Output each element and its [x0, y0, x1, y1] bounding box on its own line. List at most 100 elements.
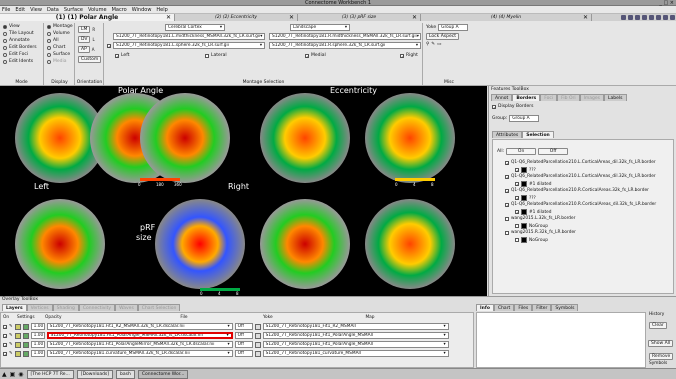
- display-borders-check[interactable]: ✓: [492, 104, 496, 109]
- tree-check[interactable]: ✓: [505, 202, 509, 207]
- tree-item[interactable]: #1 dilated: [529, 182, 552, 187]
- menu-file[interactable]: File: [2, 7, 10, 13]
- menu-data[interactable]: Data: [47, 7, 59, 13]
- tree-check[interactable]: ✓: [515, 210, 519, 215]
- tree-item[interactable]: wang2015.L.32k_fs_LR.border: [511, 216, 575, 221]
- tree-item[interactable]: ???: [529, 168, 536, 173]
- left-check[interactable]: ✓: [115, 53, 119, 58]
- layer-on-check[interactable]: ✓: [3, 351, 7, 356]
- menu-edit[interactable]: Edit: [15, 7, 25, 13]
- tab-prf-size[interactable]: (3) (3) pRF size ✕: [298, 14, 421, 21]
- yoke-combo[interactable]: Group A: [438, 24, 469, 31]
- task-downloads[interactable]: [Downloads]: [76, 369, 114, 379]
- start-icon[interactable]: ▲: [2, 371, 7, 378]
- tab-info[interactable]: Info: [476, 304, 494, 311]
- layers-icon[interactable]: [649, 15, 654, 20]
- tab-symbols[interactable]: Symbols: [551, 304, 579, 311]
- capture-icon[interactable]: ▭: [437, 42, 441, 47]
- display-chart-radio[interactable]: [47, 45, 51, 50]
- tree-check[interactable]: [515, 224, 519, 228]
- yoke-combo[interactable]: Off: [234, 332, 253, 339]
- tab-vertices[interactable]: Vertices: [26, 304, 53, 311]
- tab-polar-angle[interactable]: (1) (1) Polar Angle ✕: [0, 14, 175, 21]
- wrench-icon[interactable]: ✎: [9, 342, 13, 347]
- tree-check[interactable]: ✓: [505, 188, 509, 193]
- wrench-icon[interactable]: ✎: [9, 333, 13, 338]
- yoke-combo[interactable]: Off: [234, 341, 253, 348]
- r-label[interactable]: R: [92, 27, 95, 32]
- tab-shading[interactable]: Shading: [52, 304, 79, 311]
- web-icon[interactable]: [670, 15, 675, 20]
- remove-button[interactable]: Remove: [649, 353, 674, 360]
- show-all-button[interactable]: Show All: [648, 340, 674, 347]
- lm-button[interactable]: LM: [78, 26, 91, 33]
- tab-eccentricity[interactable]: (2) (2) Eccentricity ✕: [175, 14, 298, 21]
- tree-item[interactable]: #1 dilated: [529, 210, 552, 215]
- right-surface-combo-1[interactable]: S1200_7T_Retinotopy181.R.midthickness_MS…: [269, 33, 421, 40]
- tree-item[interactable]: Q1-Q6_RelatedParcellation210.L.CorticalA…: [511, 174, 656, 179]
- menu-macro[interactable]: Macro: [112, 7, 127, 13]
- colorbar-icon[interactable]: [14, 350, 21, 357]
- menu-volume[interactable]: Volume: [88, 7, 107, 13]
- lock-aspect-button[interactable]: Lock Aspect: [426, 33, 459, 40]
- image-icon[interactable]: [642, 15, 647, 20]
- tab-connectivity[interactable]: Connectivity: [78, 304, 116, 311]
- mode-foci-radio[interactable]: [3, 52, 7, 57]
- clear-button[interactable]: Clear: [649, 322, 667, 329]
- tree-item[interactable]: NoGroup: [529, 238, 548, 243]
- tree-item[interactable]: Q1-Q6_RelatedParcellation210.R.CorticalA…: [511, 188, 649, 193]
- layer-on-check[interactable]: ✓: [3, 342, 7, 347]
- close-icon[interactable]: ✕: [412, 14, 417, 21]
- mode-borders-radio[interactable]: [3, 45, 7, 50]
- mode-view-radio[interactable]: [3, 24, 7, 29]
- tab-images[interactable]: Images: [579, 94, 605, 101]
- tab-selection[interactable]: Selection: [522, 131, 554, 138]
- mode-tile-radio[interactable]: [3, 31, 7, 36]
- tree-item[interactable]: wang2015.R.32k_fs_LR.border: [511, 230, 576, 235]
- left-surface-check[interactable]: ✓: [107, 44, 111, 49]
- tree-item[interactable]: NoGroup: [529, 224, 548, 229]
- group-combo[interactable]: Group A: [509, 115, 540, 122]
- construction-icon[interactable]: [22, 350, 29, 357]
- list-icon[interactable]: [621, 15, 626, 20]
- pin-icon[interactable]: ✎: [431, 42, 435, 47]
- close-icon[interactable]: ✕: [166, 14, 171, 21]
- layer-on-check[interactable]: ✓: [3, 333, 7, 338]
- display-montage-radio[interactable]: [47, 24, 51, 29]
- menu-surface[interactable]: Surface: [64, 7, 83, 13]
- construction-icon[interactable]: [22, 341, 29, 348]
- medial-check[interactable]: ✓: [305, 53, 309, 58]
- tab-borders[interactable]: Borders: [512, 94, 541, 101]
- tree-check[interactable]: ✓: [515, 182, 519, 187]
- tree-check[interactable]: ✓: [515, 168, 519, 173]
- wrench-icon[interactable]: ✎: [9, 324, 13, 329]
- tab-labels[interactable]: Labels: [604, 94, 627, 101]
- ap-button[interactable]: AP: [78, 46, 90, 53]
- custom-button[interactable]: Custom: [78, 56, 102, 63]
- all-off-button[interactable]: Off: [538, 148, 569, 155]
- layout-combo[interactable]: Landscape ▾: [290, 24, 350, 31]
- display-media-radio[interactable]: [47, 59, 51, 64]
- tree-item[interactable]: ???: [529, 196, 536, 201]
- file-combo[interactable]: S1200_7T_Retinotopy181.curvature_MSMAll.…: [46, 350, 233, 357]
- task-hcp[interactable]: [The HCP 7T Re...: [26, 369, 74, 379]
- tab-annot[interactable]: Annot: [491, 94, 513, 101]
- file-combo[interactable]: S1200_7T_Retinotopy181.Fit1_PolarAngleMi…: [46, 341, 233, 348]
- tab-foci[interactable]: Foci: [540, 94, 558, 101]
- browser-icon[interactable]: ◉: [18, 371, 23, 378]
- tree-check[interactable]: [505, 216, 509, 221]
- info-text-area[interactable]: [476, 312, 646, 368]
- tab-filter[interactable]: Filter: [532, 304, 552, 311]
- help-icon[interactable]: [663, 15, 668, 20]
- file-combo-highlighted[interactable]: S1200_7T_Retinotopy181.Fit1_PolarAngle_M…: [46, 332, 233, 339]
- identify-icon[interactable]: ⚲: [426, 42, 429, 47]
- tab-layers[interactable]: Layers: [2, 304, 27, 311]
- construction-icon[interactable]: [22, 332, 29, 339]
- map-combo[interactable]: S1200_7T_Retinotopy181_curvature_MSMAll ▾: [262, 350, 449, 357]
- map-combo[interactable]: S1200_7T_Retinotopy181_Fit1_PolarAngle_M…: [262, 341, 449, 348]
- colorbar-icon[interactable]: [14, 341, 21, 348]
- brain-viewport[interactable]: Polar Angle Eccentricity Left Right pRF …: [0, 86, 487, 296]
- tree-check[interactable]: ✓: [515, 196, 519, 201]
- opacity-spinbox[interactable]: 1.00: [30, 323, 45, 330]
- tab-attributes[interactable]: Attributes: [492, 131, 523, 138]
